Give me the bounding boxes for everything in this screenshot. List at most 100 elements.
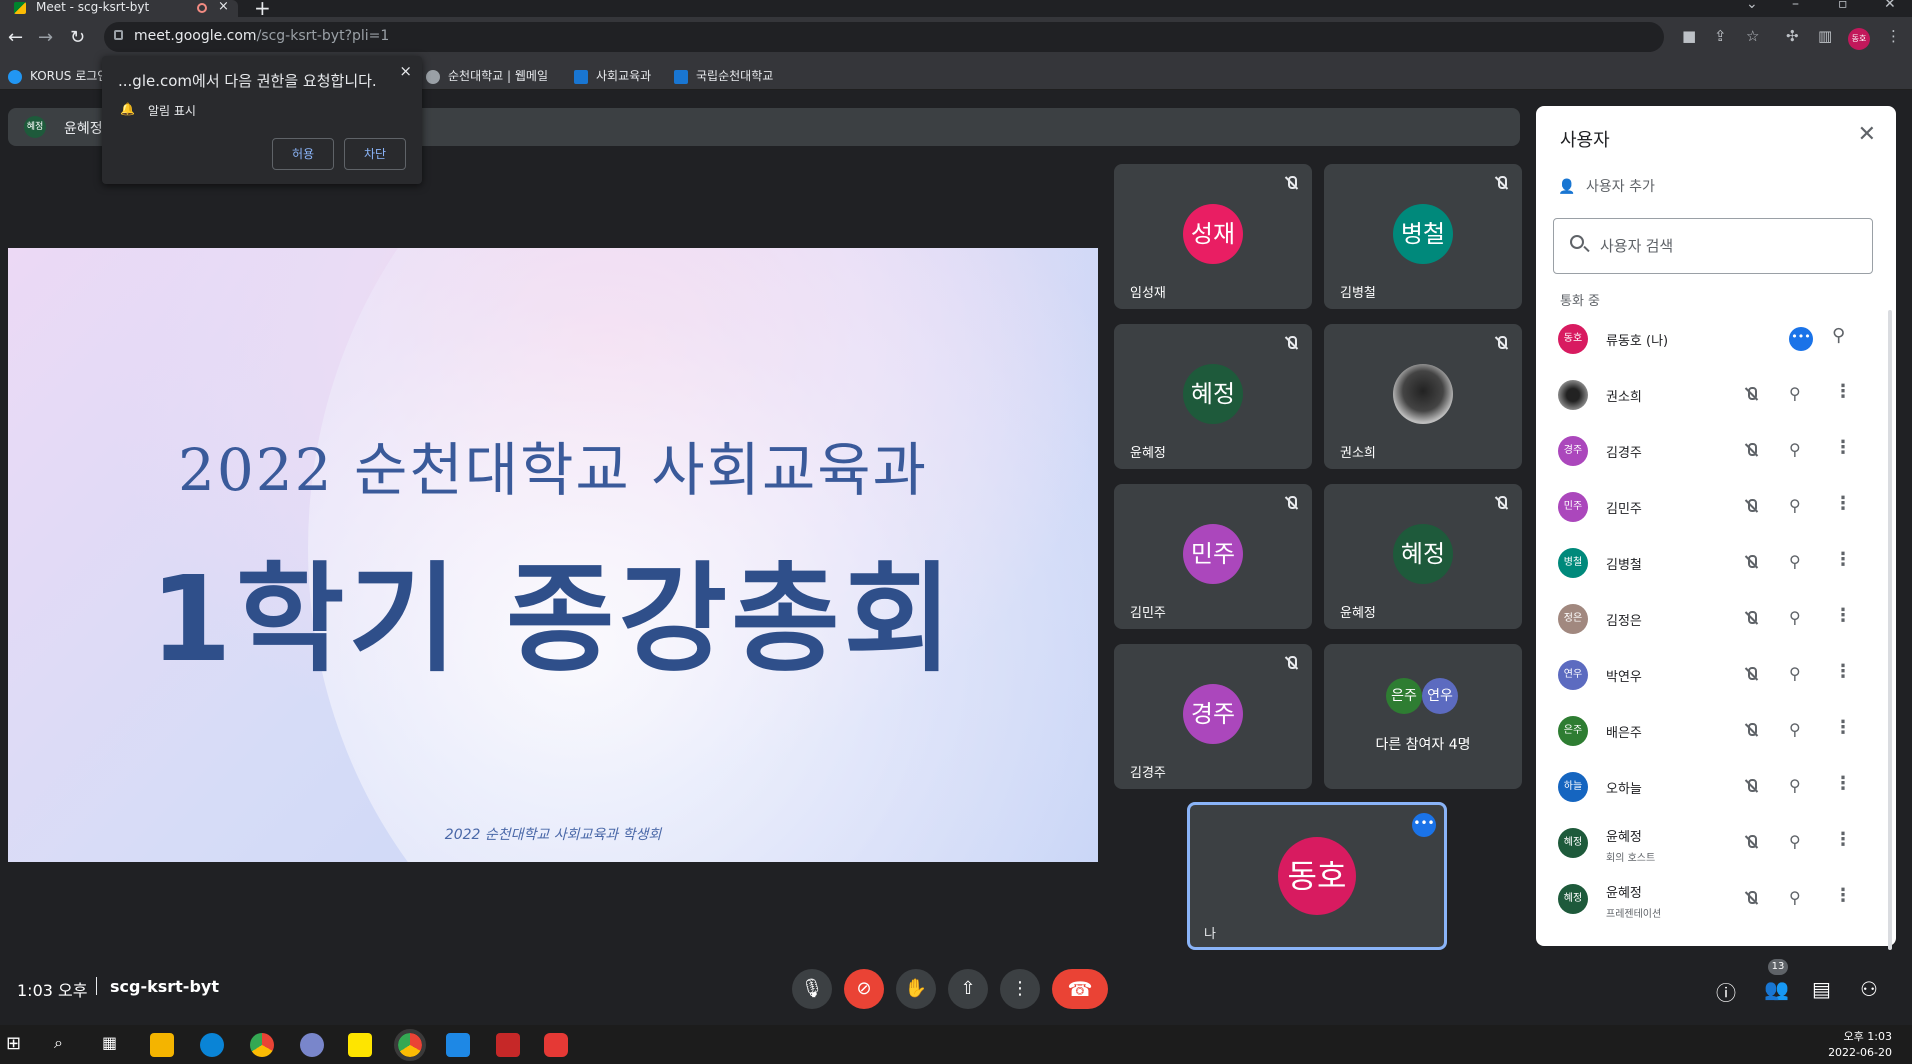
list-item[interactable]: 권소희 ⚲ ⋮ <box>1536 367 1886 423</box>
bookmark-webmail[interactable]: 순천대학교 | 웹메일 <box>426 67 548 84</box>
more-options-button[interactable]: ⋮ <box>1000 969 1040 1009</box>
system-clock[interactable]: 오후 1:03 2022-06-20 <box>1828 1029 1892 1061</box>
file-explorer-icon[interactable] <box>150 1033 174 1057</box>
mic-off-icon[interactable] <box>1742 553 1760 571</box>
task-view-icon[interactable]: ▦ <box>102 1033 126 1057</box>
list-item[interactable]: 은주 배은주 ⚲ ⋮ <box>1536 703 1886 759</box>
profile-avatar[interactable]: 동호 <box>1848 28 1870 50</box>
allow-button[interactable]: 허용 <box>272 138 334 170</box>
camera-off-button[interactable]: ⊘ <box>844 969 884 1009</box>
minimize-icon[interactable]: – <box>1792 0 1799 12</box>
list-item[interactable]: 혜정 윤혜정 프레젠테이션 ⚲ ⋮ <box>1536 871 1886 927</box>
participant-tile[interactable]: 병철 김병철 <box>1324 164 1522 309</box>
mic-off-icon[interactable] <box>1742 777 1760 795</box>
list-item[interactable]: 민주 김민주 ⚲ ⋮ <box>1536 479 1886 535</box>
address-bar[interactable]: meet.google.com/scg-ksrt-byt?pli=1 <box>104 22 1664 52</box>
participant-tile[interactable]: 민주 김민주 <box>1114 484 1312 629</box>
bookmark-scnu[interactable]: 국립순천대학교 <box>674 67 773 84</box>
more-vert-icon[interactable]: ⋮ <box>1834 661 1852 682</box>
chrome-active-icon[interactable] <box>394 1029 426 1061</box>
more-vert-icon[interactable]: ⋮ <box>1834 605 1852 626</box>
chat-icon[interactable]: ▤ <box>1812 977 1831 1001</box>
pin-icon[interactable]: ⚲ <box>1789 552 1801 571</box>
people-icon[interactable]: 👥 <box>1764 977 1789 1001</box>
mic-off-icon[interactable] <box>1742 665 1760 683</box>
pin-icon[interactable]: ⚲ <box>1789 832 1801 851</box>
activities-icon[interactable]: ⚇ <box>1860 977 1878 1001</box>
others-tile[interactable]: 은주 연우 다른 참여자 4명 <box>1324 644 1522 789</box>
block-button[interactable]: 차단 <box>344 138 406 170</box>
participant-tile[interactable]: 혜정 윤혜정 <box>1114 324 1312 469</box>
pin-icon[interactable]: ⚲ <box>1832 325 1845 346</box>
present-button[interactable]: ⇧ <box>948 969 988 1009</box>
add-people-button[interactable]: 👤 사용자 추가 <box>1558 176 1655 196</box>
close-icon[interactable]: × <box>399 62 412 80</box>
participant-tile[interactable]: 경주 김경주 <box>1114 644 1312 789</box>
share-icon[interactable]: ⇪ <box>1714 27 1727 45</box>
tab-meet[interactable]: Meet - scg-ksrt-byt × <box>0 0 238 17</box>
side-panel-icon[interactable]: ▥ <box>1818 27 1832 45</box>
mic-off-icon[interactable] <box>1742 497 1760 515</box>
pin-icon[interactable]: ⚲ <box>1789 496 1801 515</box>
close-icon[interactable]: ✕ <box>1858 122 1876 147</box>
search-input[interactable] <box>1600 233 1860 259</box>
more-vert-icon[interactable]: ⋮ <box>1834 493 1852 514</box>
search-icon[interactable]: ⌕ <box>54 1033 78 1057</box>
audio-off-icon[interactable] <box>1742 889 1760 907</box>
more-vert-icon[interactable]: ⋮ <box>1834 717 1852 738</box>
pin-icon[interactable]: ⚲ <box>1789 720 1801 739</box>
forward-icon[interactable]: → <box>38 27 53 48</box>
more-vert-icon[interactable]: ⋮ <box>1834 773 1852 794</box>
pin-icon[interactable]: ⚲ <box>1789 384 1801 403</box>
mic-button[interactable]: 🎙 <box>792 969 832 1009</box>
app-icon[interactable] <box>446 1033 470 1057</box>
pin-icon[interactable]: ⚲ <box>1789 440 1801 459</box>
raise-hand-button[interactable]: ✋ <box>896 969 936 1009</box>
more-vert-icon[interactable]: ⋮ <box>1834 549 1852 570</box>
list-item[interactable]: 병철 김병철 ⚲ ⋮ <box>1536 535 1886 591</box>
tab-search-icon[interactable]: ⌄ <box>1746 0 1758 12</box>
more-options-icon[interactable]: ••• <box>1789 327 1813 351</box>
app-icon[interactable] <box>544 1033 568 1057</box>
more-vert-icon[interactable]: ⋮ <box>1834 885 1852 906</box>
edge-icon[interactable] <box>200 1033 224 1057</box>
hang-up-button[interactable]: ☎ <box>1052 969 1108 1009</box>
panel-scrollbar[interactable] <box>1888 310 1892 950</box>
participant-tile[interactable]: 권소희 <box>1324 324 1522 469</box>
self-tile[interactable]: 동호 나 ••• <box>1187 802 1447 950</box>
pin-off-icon[interactable]: ⚲ <box>1789 888 1801 907</box>
mic-off-icon[interactable] <box>1742 385 1760 403</box>
pin-icon[interactable]: ⚲ <box>1789 776 1801 795</box>
chrome-icon[interactable] <box>250 1033 274 1057</box>
mic-off-icon[interactable] <box>1742 721 1760 739</box>
list-item[interactable]: 동호 류동호 (나) ••• ⚲ <box>1536 311 1886 367</box>
windows-start-icon[interactable]: ⊞ <box>6 1033 30 1057</box>
list-item[interactable]: 경주 김경주 ⚲ ⋮ <box>1536 423 1886 479</box>
mic-off-icon[interactable] <box>1742 833 1760 851</box>
participant-tile[interactable]: 혜정 윤혜정 <box>1324 484 1522 629</box>
window-close-icon[interactable]: ✕ <box>1884 0 1896 12</box>
camera-permission-icon[interactable]: ■ <box>1682 27 1696 45</box>
more-options-icon[interactable]: ••• <box>1412 813 1436 837</box>
search-box[interactable] <box>1553 218 1873 274</box>
app-icon[interactable] <box>300 1033 324 1057</box>
pin-icon[interactable]: ⚲ <box>1789 608 1801 627</box>
reload-icon[interactable]: ↻ <box>70 27 85 48</box>
info-icon[interactable]: ⓘ <box>1716 977 1736 1006</box>
paint-icon[interactable] <box>496 1033 520 1057</box>
participant-tile[interactable]: 성재 임성재 <box>1114 164 1312 309</box>
more-vert-icon[interactable]: ⋮ <box>1834 829 1852 850</box>
bookmark-korus[interactable]: KORUS 로그인 <box>8 67 108 84</box>
list-item[interactable]: 혜정 윤혜정 회의 호스트 ⚲ ⋮ <box>1536 815 1886 871</box>
list-item[interactable]: 하늘 오하늘 ⚲ ⋮ <box>1536 759 1886 815</box>
more-vert-icon[interactable]: ⋮ <box>1834 381 1852 402</box>
kakaotalk-icon[interactable] <box>348 1033 372 1057</box>
maximize-icon[interactable]: ▫ <box>1838 0 1848 12</box>
list-item[interactable]: 연우 박연우 ⚲ ⋮ <box>1536 647 1886 703</box>
more-vert-icon[interactable]: ⋮ <box>1834 437 1852 458</box>
tab-close-icon[interactable]: × <box>218 0 229 14</box>
mic-off-icon[interactable] <box>1742 609 1760 627</box>
extensions-icon[interactable]: ✣ <box>1786 27 1799 45</box>
back-icon[interactable]: ← <box>8 27 23 48</box>
chrome-menu-icon[interactable]: ⋮ <box>1886 27 1901 45</box>
